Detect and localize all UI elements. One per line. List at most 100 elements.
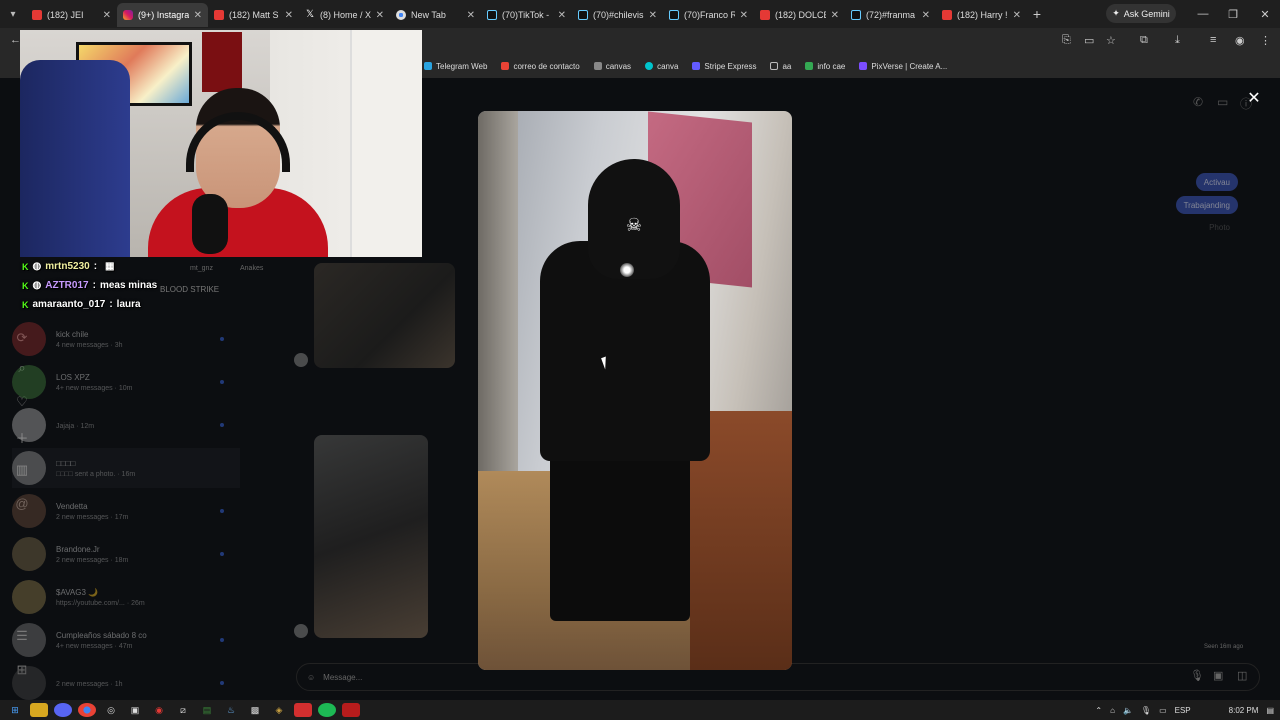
volume-icon[interactable]: 🔈	[1123, 706, 1133, 715]
bookmark-label: canva	[657, 61, 679, 71]
epic-icon[interactable]: ▣	[126, 703, 144, 717]
bookmark[interactable]: correo de contacto	[501, 62, 580, 71]
conversation-name: LOS XPZ	[56, 372, 90, 382]
conversation-preview: □□□□ sent a photo. · 16m	[56, 470, 136, 478]
bookmark[interactable]: canvas	[593, 62, 631, 71]
x-icon: 𝕏	[305, 9, 315, 20]
conversation-item[interactable]: kick chile 4 new messages · 3h	[12, 319, 240, 359]
clock[interactable]: 8:02 PM	[1229, 706, 1259, 715]
youtube-icon	[942, 10, 952, 20]
shield-icon[interactable]: ◈	[270, 703, 288, 717]
image-icon[interactable]: ▣	[1213, 669, 1223, 682]
language-indicator[interactable]: ESP	[1175, 706, 1191, 715]
chat-message: laura	[116, 299, 141, 310]
close-tab-icon[interactable]: ✕	[649, 10, 657, 21]
browser-tab[interactable]: New Tab ✕	[390, 3, 481, 27]
chrome-icon[interactable]	[78, 703, 96, 717]
conversation-item[interactable]: 2 new messages · 1h	[12, 663, 240, 703]
translate-icon[interactable]: ⎘	[1062, 34, 1071, 47]
profile-icon[interactable]: ◉	[1235, 34, 1245, 47]
tab-label: (70)Franco R	[684, 10, 735, 20]
stream-app-icon[interactable]	[342, 703, 360, 717]
microphone-icon[interactable]: 🎙	[1190, 669, 1204, 682]
conversation-item[interactable]: Jajaja · 12m	[12, 405, 240, 445]
bookmark[interactable]: Stripe Express	[692, 62, 756, 71]
close-tab-icon[interactable]: ✕	[285, 10, 293, 21]
bookmark-label: PixVerse | Create A...	[871, 61, 948, 71]
browser-tab[interactable]: (182) Matt S ✕	[208, 3, 299, 27]
close-tab-icon[interactable]: ✕	[467, 10, 475, 21]
capcut-icon[interactable]: ⧄	[174, 703, 192, 717]
close-tab-icon[interactable]: ✕	[831, 10, 839, 21]
notification-icon[interactable]: ▤	[1266, 706, 1274, 715]
browser-tab[interactable]: (182) Harry ! ✕	[936, 3, 1027, 27]
menu-icon[interactable]: ⋮	[1260, 34, 1271, 47]
chat-photo[interactable]	[314, 435, 428, 638]
new-tab-button[interactable]: +	[1027, 6, 1047, 22]
terminal-icon[interactable]: ▤	[198, 703, 216, 717]
ask-gemini-button[interactable]: ✦ Ask Gemini	[1106, 4, 1176, 23]
steam-icon[interactable]: ♨	[222, 703, 240, 717]
maximize-button[interactable]: ❐	[1218, 0, 1248, 28]
close-tab-icon[interactable]: ✕	[1013, 10, 1021, 21]
sticker-icon[interactable]: ◫	[1237, 669, 1247, 682]
spotify-icon[interactable]	[318, 703, 336, 717]
chat-photo[interactable]	[314, 263, 455, 368]
conversation-preview: 4+ new messages · 10m	[56, 384, 133, 392]
download-icon[interactable]: ⤓	[1175, 34, 1180, 47]
record-icon[interactable]: ◉	[150, 703, 168, 717]
bookmark[interactable]: canva	[645, 62, 678, 71]
file-explorer-icon[interactable]	[30, 703, 48, 717]
bookmark-star-icon[interactable]: ☆	[1106, 34, 1116, 47]
network-icon[interactable]: ⌂	[1110, 706, 1115, 715]
close-tab-icon[interactable]: ✕	[558, 10, 566, 21]
battery-icon[interactable]: ▭	[1159, 706, 1167, 715]
bookmark[interactable]: info cae	[805, 62, 845, 71]
close-tab-icon[interactable]: ✕	[922, 10, 930, 21]
windows-start-icon[interactable]: ⊞	[6, 703, 24, 717]
chevron-up-icon[interactable]: ⌃	[1095, 706, 1102, 715]
conversation-item[interactable]: LOS XPZ 4+ new messages · 10m	[12, 362, 240, 402]
sender-avatar	[294, 624, 308, 638]
obs-icon[interactable]: ◎	[102, 703, 120, 717]
mic-tray-icon[interactable]: 🎙	[1141, 706, 1151, 715]
emoji-icon[interactable]: ☺	[307, 673, 315, 682]
discord-icon[interactable]	[54, 703, 72, 717]
cast-icon[interactable]: ▭	[1084, 34, 1094, 47]
browser-tab[interactable]: (70)Franco R ✕	[663, 3, 754, 27]
bookmark[interactable]: PixVerse | Create A...	[859, 62, 947, 71]
message-input[interactable]: Message...	[323, 673, 362, 682]
browser-tab[interactable]: (70)TikTok - ✕	[481, 3, 572, 27]
close-window-button[interactable]: ✕	[1250, 0, 1280, 28]
close-tab-icon[interactable]: ✕	[740, 10, 748, 21]
browser-tab[interactable]: (182) DOLCE ✕	[754, 3, 845, 27]
app-icon[interactable]: ▩	[246, 703, 264, 717]
media-icon[interactable]: ≡	[1210, 34, 1216, 46]
conversation-item[interactable]: Brandone.Jr 2 new messages · 18m	[12, 534, 240, 574]
video-call-icon[interactable]: ▭	[1217, 95, 1228, 109]
phone-call-icon[interactable]: ✆	[1193, 95, 1203, 109]
avatar	[12, 451, 46, 485]
tab-search-icon[interactable]: ▾	[0, 0, 26, 28]
browser-tab[interactable]: (72)#franma ✕	[845, 3, 936, 27]
close-tab-icon[interactable]: ✕	[194, 10, 202, 21]
bookmark[interactable]: aa	[770, 62, 791, 71]
close-tab-icon[interactable]: ✕	[376, 10, 384, 21]
bookmark[interactable]: Telegram Web	[424, 62, 487, 71]
media-app-icon[interactable]	[294, 703, 312, 717]
browser-tab-active[interactable]: (9+) Instagram ✕	[117, 3, 208, 27]
browser-tab[interactable]: (70)#chilevis ✕	[572, 3, 663, 27]
unread-dot	[220, 638, 224, 642]
tab-label: (182) Harry !	[957, 10, 1008, 20]
browser-tab[interactable]: (182) JEI ✕	[26, 3, 117, 27]
browser-tab[interactable]: 𝕏 (8) Home / X ✕	[299, 3, 390, 27]
conversation-item-selected[interactable]: □□□□ □□□□ sent a photo. · 16m	[12, 448, 240, 488]
conversation-item[interactable]: Cumpleaños sábado 8 co 4+ new messages · …	[12, 620, 240, 660]
minimize-button[interactable]: —	[1188, 0, 1218, 28]
close-viewer-button[interactable]: ✕	[1244, 88, 1264, 108]
close-tab-icon[interactable]: ✕	[103, 10, 111, 21]
conversation-item[interactable]: $AVAG3 🌙 https://youtube.com/... · 26m	[12, 577, 240, 617]
microphone-shape	[192, 194, 228, 254]
conversation-item[interactable]: Vendetta 2 new messages · 17m	[12, 491, 240, 531]
extensions-icon[interactable]: ⧉	[1140, 34, 1148, 47]
